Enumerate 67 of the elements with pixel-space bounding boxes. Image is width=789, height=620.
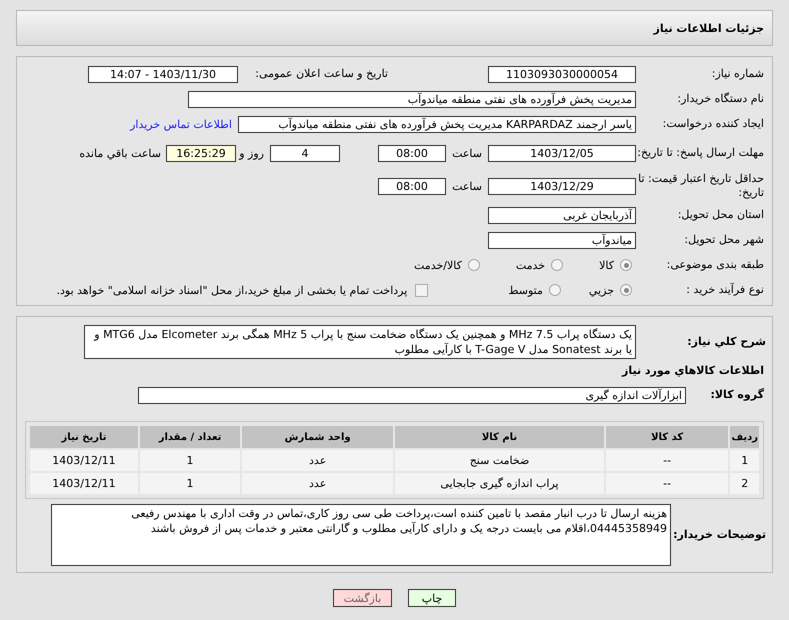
- table-cell: 1: [140, 473, 240, 494]
- description-field: یک دستگاه پراب MHz 7.5 و همچنین یک دستگاه ضخامت سنج با پراب MHz 5 همگی برند Elcometer مدل MTG6 و یا برند Sonatest مدل T-Gage V با کارآیی مطلوب: [84, 325, 636, 359]
- field-label: طبقه بندی موضوعی:: [666, 258, 765, 272]
- table-cell: --: [606, 450, 728, 471]
- column-header: واحد شمارش: [242, 426, 394, 448]
- radio-button[interactable]: [551, 259, 564, 271]
- announce-date-field: 1403/11/30 - 14:07: [88, 66, 238, 82]
- print-button[interactable]: چاپ: [408, 589, 456, 607]
- days-label: روز و: [238, 146, 264, 160]
- buyer-notes-field: هزینه ارسال تا درب انبار مقصد با تامین کننده است،پرداخت طی سی روز کاری،تماس در وقت اداری با مهندس رفیعی 04445358949،اقلام می بایست درجه یک و دارای کارآیی مطلوب و گارانتی معتبر و خدمات پس از فروش باشند: [51, 504, 671, 566]
- radio-button[interactable]: [468, 259, 480, 271]
- remaining-label: ساعت باقي مانده: [79, 146, 161, 160]
- field-label: استان محل تحویل:: [676, 208, 765, 222]
- treasury-note: پرداخت تمام یا بخشی از مبلغ خرید،از محل "اسناد خزانه اسلامی" خواهد بود.: [56, 284, 408, 296]
- radio-button[interactable]: [620, 284, 632, 296]
- radio-button[interactable]: [620, 259, 632, 271]
- table-cell: ضخامت سنج: [395, 450, 604, 471]
- buyer-org-field: مدیریت پخش فرآورده های نفتی منطقه میاندوآب: [188, 90, 636, 108]
- validity-time-field: 08:00: [378, 178, 446, 194]
- table-cell: 1403/12/11: [30, 473, 138, 494]
- field-label: ایجاد کننده درخواست:: [662, 117, 765, 131]
- page-title: جزئیات اطلاعات نیاز: [654, 22, 764, 34]
- buyer-contact-link[interactable]: اطلاعات تماس خریدار: [130, 118, 232, 130]
- column-header: نام کالا: [395, 426, 604, 448]
- province-field: آذربایجان غربی: [488, 206, 636, 224]
- deadline-date-field: 1403/12/05: [488, 144, 636, 162]
- city-field: میاندوآب: [488, 232, 636, 248]
- table-cell: عدد: [242, 450, 394, 471]
- table-cell: 1: [140, 450, 240, 471]
- radio-button[interactable]: [548, 284, 561, 296]
- time-label: ساعت: [451, 146, 482, 160]
- field-label: حداقل تاریخ اعتبار قیمت: تا تاریخ:: [637, 172, 765, 200]
- need-number-field: 1103093030000054: [488, 66, 636, 82]
- field-label: شهر محل تحویل:: [683, 233, 765, 247]
- table-cell: پراب اندازه گیری جابجایی: [395, 473, 604, 494]
- section-heading: اطلاعات کالاهاي مورد نیاز: [620, 364, 765, 377]
- table-cell: 1: [730, 450, 759, 471]
- goods-group-field: ابزارآلات اندازه گیری: [138, 386, 686, 404]
- field-label: نوع فرآیند خرید :: [685, 283, 765, 297]
- radio-label: جزیي: [588, 284, 614, 296]
- field-label: نام دستگاه خریدار:: [676, 92, 765, 106]
- column-header: تاریخ نیاز: [30, 426, 138, 448]
- field-label: شماره نیاز:: [710, 67, 765, 81]
- field-label: توضیحات خریدار:: [672, 528, 767, 542]
- field-label: شرح کلي نیاز:: [686, 335, 767, 349]
- column-header: کد کالا: [606, 426, 728, 448]
- radio-label: کالا: [599, 258, 614, 272]
- table-cell: 1403/12/11: [30, 450, 138, 471]
- checkbox[interactable]: [415, 284, 428, 296]
- radio-label: کالا/خدمت: [414, 258, 462, 272]
- table-cell: --: [606, 473, 728, 494]
- days-field: 4: [270, 144, 340, 162]
- column-header: ردیف: [730, 426, 759, 448]
- column-header: تعداد / مقدار: [140, 426, 240, 448]
- radio-label: متوسط: [508, 284, 543, 296]
- table-cell: 2: [730, 473, 759, 494]
- table-cell: عدد: [242, 473, 394, 494]
- field-label: تاریخ و ساعت اعلان عمومی:: [254, 67, 389, 81]
- field-label: مهلت ارسال پاسخ: تا تاریخ:: [636, 146, 765, 160]
- back-button[interactable]: بازگشت: [333, 589, 392, 607]
- requester-field: یاسر ارجمند KARPARDAZ مدیریت پخش فرآورده های نفتی منطقه میاندوآب: [238, 116, 636, 132]
- deadline-time-field: 08:00: [378, 144, 446, 162]
- remaining-time-field: 16:25:29: [166, 144, 236, 162]
- validity-date-field: 1403/12/29: [488, 178, 636, 194]
- radio-label: خدمت: [516, 258, 546, 272]
- time-label: ساعت: [451, 180, 482, 192]
- field-label: گروه کالا:: [709, 388, 765, 402]
